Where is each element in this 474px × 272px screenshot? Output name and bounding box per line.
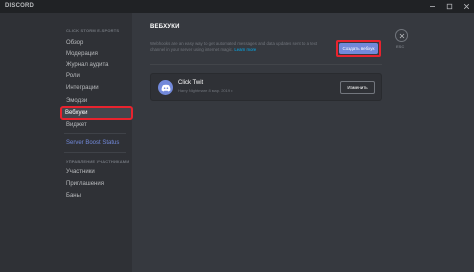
title-bar: DISCORD [0,0,474,13]
sidebar-item-integrations[interactable]: Интеграции [64,83,132,93]
page-title: ВЕБХУКИ [150,24,180,30]
settings-sidebar: CLICK STORM E-SPORTS Обзор Модерация Жур… [0,13,133,272]
section-divider [150,64,382,65]
members-section-header: УПРАВЛЕНИЕ УЧАСТНИКАМИ [66,159,130,164]
sidebar-item-overview[interactable]: Обзор [64,38,132,48]
sidebar-divider [64,133,126,134]
sidebar-item-audit-log[interactable]: Журнал аудита [64,60,132,70]
close-icon[interactable] [458,0,474,13]
sidebar-item-widget[interactable]: Виджет [64,120,132,130]
create-webhook-label: Создать вебхук [339,43,378,54]
sidebar-item-members[interactable]: Участники [64,167,132,177]
sidebar-item-emoji[interactable]: Эмодзи [64,96,132,106]
webhook-avatar [158,80,173,95]
server-name-header: CLICK STORM E-SPORTS [66,28,120,33]
sidebar-item-webhooks[interactable]: Вебхуки [60,106,133,120]
minimize-icon[interactable] [424,0,440,13]
maximize-icon[interactable] [441,0,457,13]
sidebar-item-moderation[interactable]: Модерация [64,49,132,59]
close-icon [399,33,404,38]
sidebar-item-server-boost-status[interactable]: Server Boost Status [64,138,132,148]
edit-webhook-button[interactable]: Изменить [340,81,375,94]
webhook-card[interactable]: Click Twit Harry Nightmare 8 мар. 2019 г… [150,73,382,101]
close-settings-button[interactable] [395,29,408,42]
sidebar-divider [64,152,126,153]
sidebar-item-roles[interactable]: Роли [64,71,132,81]
app-title: DISCORD [5,3,35,9]
webhook-meta: Harry Nightmare 8 мар. 2019 г. [178,88,234,93]
webhook-name: Click Twit [178,80,204,86]
sidebar-item-invites[interactable]: Приглашения [64,179,132,189]
sidebar-item-bans[interactable]: Баны [64,191,132,201]
webhooks-description: Webhooks are an easy way to get automate… [150,41,332,54]
create-webhook-button[interactable]: Создать вебхук [336,40,381,57]
esc-label: ESC [396,44,405,49]
learn-more-link[interactable]: Learn more [234,47,256,52]
discord-logo-icon [161,84,170,91]
